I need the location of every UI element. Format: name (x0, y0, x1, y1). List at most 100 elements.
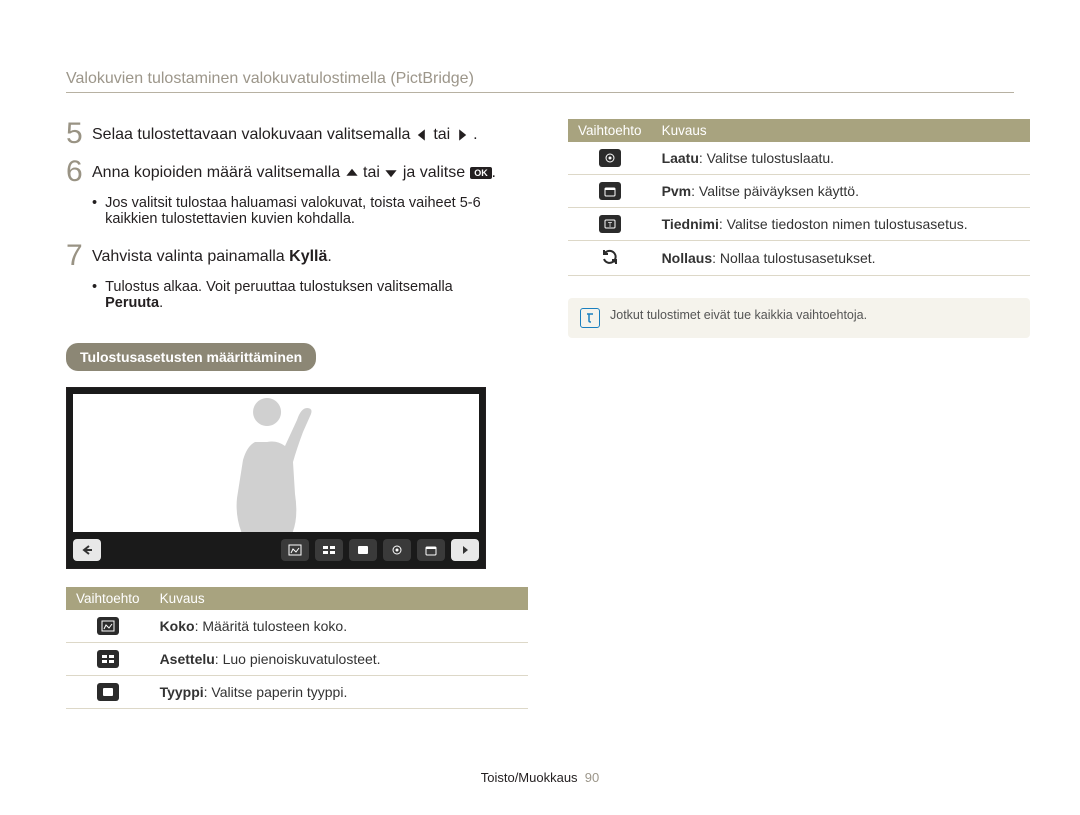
step7-bold: Kyllä (289, 248, 327, 265)
options-table-right: Vaihtoehto Kuvaus Laatu: Valitse tulostu… (568, 119, 1030, 276)
info-icon (580, 308, 600, 328)
row-val: : Määritä tulosteen koko. (195, 618, 348, 634)
arrow-down-icon (384, 166, 398, 180)
step5-post: . (473, 126, 477, 143)
row-val: : Valitse päiväyksen käyttö. (691, 183, 859, 199)
cell-icon (66, 643, 150, 676)
footer-section: Toisto/Muokkaus (481, 770, 578, 785)
row-val: : Luo pienoiskuvatulosteet. (215, 651, 381, 667)
step-5: 5 Selaa tulostettavaan valokuvaan valits… (66, 119, 528, 149)
table-row: Laatu: Valitse tulostuslaatu. (568, 142, 1030, 175)
table-header-row: Vaihtoehto Kuvaus (568, 119, 1030, 142)
row-key: Tyyppi (160, 684, 204, 700)
cell-icon: T (568, 208, 652, 241)
table-row: Pvm: Valitse päiväyksen käyttö. (568, 175, 1030, 208)
table-row: Nollaus: Nollaa tulostusasetukset. (568, 241, 1030, 276)
step-text: Anna kopioiden määrä valitsemalla tai ja… (92, 157, 528, 184)
left-column: 5 Selaa tulostettavaan valokuvaan valits… (66, 119, 528, 770)
arrow-up-icon (345, 166, 359, 180)
row-key: Nollaus (662, 250, 713, 266)
row-key: Laatu (662, 150, 699, 166)
step7-pre: Vahvista valinta painamalla (92, 248, 289, 265)
step7b-pre: Tulostus alkaa. Voit peruuttaa tulostuks… (105, 279, 453, 295)
step6-pre: Anna kopioiden määrä valitsemalla (92, 164, 345, 181)
date-button[interactable] (417, 539, 445, 561)
th-desc: Kuvaus (652, 119, 1030, 142)
bullet-text: Jos valitsit tulostaa haluamasi valokuva… (105, 195, 528, 227)
content-columns: 5 Selaa tulostettavaan valokuvaan valits… (66, 119, 1014, 770)
preview-image-area (73, 394, 479, 532)
section-pill: Tulostusasetusten määrittäminen (66, 343, 316, 371)
cell-desc: Asettelu: Luo pienoiskuvatulosteet. (150, 643, 528, 676)
row-key: Asettelu (160, 651, 215, 667)
cell-desc: Pvm: Valitse päiväyksen käyttö. (652, 175, 1030, 208)
step5-mid: tai (433, 126, 454, 143)
page-title: Valokuvien tulostaminen valokuvatulostim… (66, 70, 1014, 93)
size-icon (97, 617, 119, 635)
step-number: 5 (66, 119, 92, 149)
step-number: 7 (66, 241, 92, 271)
cell-desc: Tiednimi: Valitse tiedoston nimen tulost… (652, 208, 1030, 241)
row-val: : Valitse tulostuslaatu. (699, 150, 834, 166)
step-6-bullet: Jos valitsit tulostaa haluamasi valokuva… (92, 195, 528, 227)
step-number: 6 (66, 157, 92, 187)
note-text: Jotkut tulostimet eivät tue kaikkia vaih… (610, 308, 867, 322)
options-table-left: Vaihtoehto Kuvaus Koko: Määritä tulostee… (66, 587, 528, 709)
right-column: Vaihtoehto Kuvaus Laatu: Valitse tulostu… (568, 119, 1030, 770)
row-key: Pvm (662, 183, 692, 199)
layout-button[interactable] (315, 539, 343, 561)
step6-mid: tai (363, 164, 384, 181)
cell-icon (66, 676, 150, 709)
arrow-right-icon (455, 128, 469, 142)
table-row: T Tiednimi: Valitse tiedoston nimen tulo… (568, 208, 1030, 241)
step-7: 7 Vahvista valinta painamalla Kyllä. (66, 241, 528, 271)
date-icon (599, 182, 621, 200)
step7b-post: . (159, 295, 163, 311)
page: Valokuvien tulostaminen valokuvatulostim… (0, 0, 1080, 815)
cell-icon (568, 142, 652, 175)
step5-pre: Selaa tulostettavaan valokuvaan valitsem… (92, 126, 415, 143)
step-text: Vahvista valinta painamalla Kyllä. (92, 241, 528, 268)
type-button[interactable] (349, 539, 377, 561)
step-6: 6 Anna kopioiden määrä valitsemalla tai … (66, 157, 528, 187)
table-row: Tyyppi: Valitse paperin tyyppi. (66, 676, 528, 709)
back-button[interactable] (73, 539, 101, 561)
arrow-left-icon (415, 128, 429, 142)
table-row: Asettelu: Luo pienoiskuvatulosteet. (66, 643, 528, 676)
step6-period: . (492, 164, 496, 181)
camera-preview (66, 387, 486, 569)
table-row: Koko: Määritä tulosteen koko. (66, 610, 528, 643)
th-option: Vaihtoehto (568, 119, 652, 142)
th-option: Vaihtoehto (66, 587, 150, 610)
next-button[interactable] (451, 539, 479, 561)
row-key: Tiednimi (662, 216, 719, 232)
note-box: Jotkut tulostimet eivät tue kaikkia vaih… (568, 298, 1030, 338)
row-val: : Valitse tiedoston nimen tulostusasetus… (719, 216, 968, 232)
page-footer: Toisto/Muokkaus 90 (66, 770, 1014, 785)
svg-text:T: T (608, 222, 613, 229)
svg-text:OK: OK (474, 168, 488, 178)
step-7-bullet: Tulostus alkaa. Voit peruuttaa tulostuks… (92, 279, 528, 311)
row-val: : Valitse paperin tyyppi. (204, 684, 348, 700)
reset-icon (599, 248, 621, 266)
th-desc: Kuvaus (150, 587, 528, 610)
quality-button[interactable] (383, 539, 411, 561)
step7-post: . (327, 248, 331, 265)
cell-desc: Koko: Määritä tulosteen koko. (150, 610, 528, 643)
layout-icon (97, 650, 119, 668)
filename-icon: T (599, 215, 621, 233)
bullet-text: Tulostus alkaa. Voit peruuttaa tulostuks… (105, 279, 528, 311)
cell-desc: Laatu: Valitse tulostuslaatu. (652, 142, 1030, 175)
table-header-row: Vaihtoehto Kuvaus (66, 587, 528, 610)
row-val: : Nollaa tulostusasetukset. (712, 250, 875, 266)
cell-icon (568, 175, 652, 208)
cell-desc: Tyyppi: Valitse paperin tyyppi. (150, 676, 528, 709)
ok-button-icon: OK (470, 166, 492, 180)
step6-post: ja valitse (403, 164, 470, 181)
cell-icon (66, 610, 150, 643)
size-button[interactable] (281, 539, 309, 561)
page-number: 90 (585, 770, 599, 785)
type-icon (97, 683, 119, 701)
row-key: Koko (160, 618, 195, 634)
quality-icon (599, 149, 621, 167)
